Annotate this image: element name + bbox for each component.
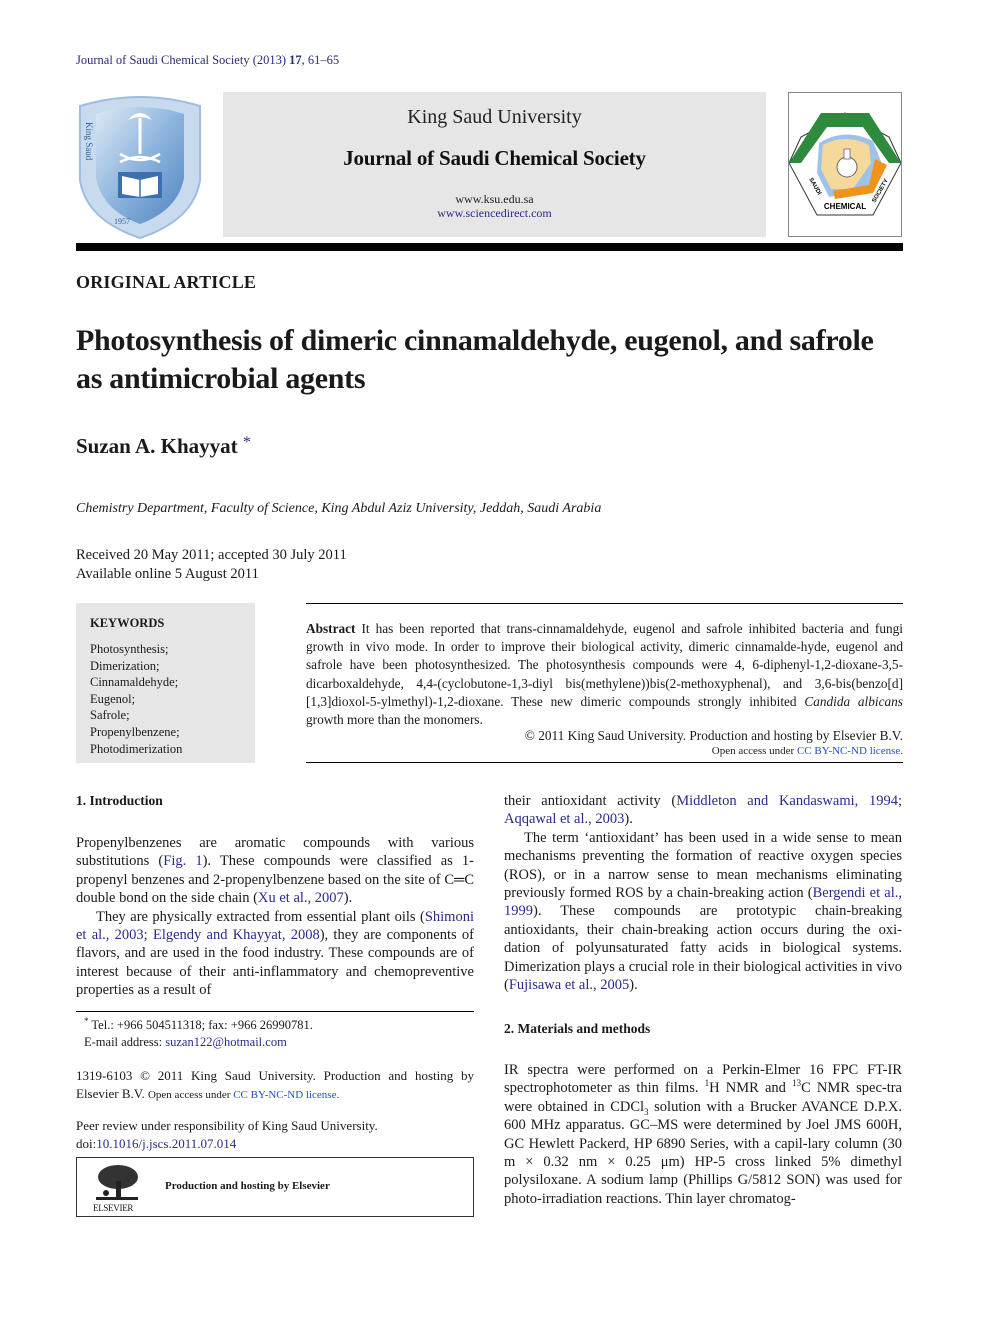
license-link[interactable]: CC BY-NC-ND license. [797,745,903,757]
citation-link[interactable]: Xu et al., 2007 [258,890,344,906]
introduction-body: Propenylbenzenes are aromatic compounds … [76,834,474,1000]
abstract: Abstract It has been reported that trans-… [306,620,903,729]
doi-link[interactable]: 10.1016/j.jscs.2011.07.014 [96,1136,236,1151]
keyword-item: Photosynthesis; [90,642,169,656]
article-type: ORIGINAL ARTICLE [76,272,257,292]
journal-banner: King Saud University Journal of Saudi Ch… [223,92,766,237]
received-date: Received 20 May 2011; accepted 30 July 2… [76,547,347,563]
abstract-copyright: © 2011 King Saud University. Production … [524,728,903,743]
university-name: King Saud University [407,106,582,128]
keyword-item: Photodimerization [90,741,183,756]
open-access-label: Open access under [711,745,797,757]
abstract-label: Abstract [306,621,356,636]
materials-methods-body: IR spectra were performed on a Perkin-El… [504,1061,902,1208]
ksu-logo: King Saud 1957 [74,92,206,240]
peer-review-note: Peer review under responsibility of King… [76,1118,378,1151]
citation-link[interactable]: Fujisawa et al., 2005 [509,977,629,993]
keywords-list: Photosynthesis; Dimerization; Cinnamalde… [90,641,182,757]
paragraph: IR spectra were performed on a Perkin-El… [504,1062,902,1207]
keyword-item: Propenylbenzene; [90,724,180,739]
paragraph: The term ‘antioxidant’ has been used in … [504,829,902,994]
paragraph: their antioxidant activity (Middleton an… [504,793,902,828]
abstract-text-end: growth more than the monomers. [306,712,483,728]
article-title: Photosynthesis of dimeric cinnamaldehyde… [76,324,874,395]
author: Suzan A. Khayyat * [76,434,251,459]
paragraph: They are physically extracted from essen… [76,908,474,999]
ksu-shield-icon: King Saud 1957 [79,96,201,240]
section-heading-materials-methods: 2. Materials and methods [504,1021,651,1036]
keyword-item: Safrole; [90,708,130,723]
keyword-item: Dimerization; [90,658,160,673]
journal-name: Journal of Saudi Chemical Society [343,146,646,170]
online-date: Available online 5 August 2011 [76,566,259,582]
keyword-item: Eugenol; [90,691,136,706]
affiliation: Chemistry Department, Faculty of Science… [76,501,602,516]
journal-citation: Journal of Saudi Chemical Society (2013)… [76,53,339,68]
abstract-rule-top [306,603,903,604]
paragraph: Propenylbenzenes are aromatic compounds … [76,835,474,907]
footnote-contact: Tel.: +966 504511318; fax: +966 26990781… [91,1018,313,1032]
abstract-species: Candida albicans [804,693,903,709]
scs-chemical-label: CHEMICAL [824,202,866,211]
peer-review-text: Peer review under responsibility of King… [76,1118,378,1133]
license-link[interactable]: CC BY-NC-ND license. [233,1089,339,1101]
journal-volume: 17 [289,53,302,67]
email-label: E-mail address: [84,1035,166,1049]
footnote-rule [76,1011,474,1012]
svg-text:1957: 1957 [114,217,130,226]
introduction-continued: their antioxidant activity (Middleton an… [504,792,902,994]
elsevier-wordmark: ELSEVIER [93,1203,134,1213]
footnote-mark: * [84,1015,89,1026]
author-footnote: * Tel.: +966 504511318; fax: +966 269907… [84,1015,313,1051]
elsevier-tree-icon [96,1165,138,1200]
email-link[interactable]: suzan122@hotmail.com [165,1035,287,1049]
abstract-open-access: Open access under CC BY-NC-ND license. [306,745,903,757]
section-heading-introduction: 1. Introduction [76,793,163,808]
issn-copyright: 1319-6103 © 2011 King Saud University. P… [76,1068,474,1101]
abstract-rule-bottom [306,762,903,763]
header-rule [76,243,903,251]
figure-ref-link[interactable]: Fig. 1 [163,853,202,869]
svg-text:King Saud: King Saud [84,122,94,161]
author-footnote-link[interactable]: * [243,434,251,451]
saudi-chemical-society-icon: CHEMICAL SAUDI SOCIETY [788,112,902,216]
keyword-item: Cinnamaldehyde; [90,675,179,690]
journal-pages: , 61–65 [301,53,340,67]
ksu-url[interactable]: www.ksu.edu.sa [223,192,766,207]
author-name: Suzan A. Khayyat [76,434,238,458]
journal-citation-text: Journal of Saudi Chemical Society (2013) [76,53,290,67]
keywords-heading: KEYWORDS [90,616,165,630]
keywords-box: KEYWORDS Photosynthesis; Dimerization; C… [76,603,255,763]
elsevier-production-text: Production and hosting by Elsevier [165,1180,330,1192]
article-dates: Received 20 May 2011; accepted 30 July 2… [76,546,347,584]
elsevier-box: ELSEVIER Production and hosting by Elsev… [76,1157,474,1217]
scs-logo: CHEMICAL SAUDI SOCIETY [788,92,902,237]
sciencedirect-url[interactable]: www.sciencedirect.com [223,206,766,221]
